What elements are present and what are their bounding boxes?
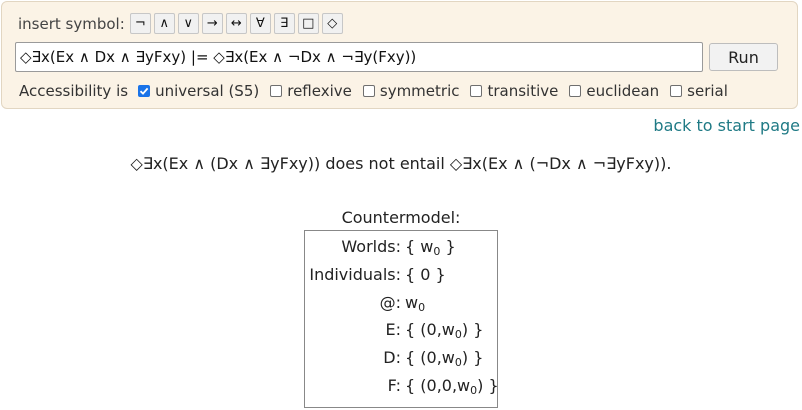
countermodel-row-e: E: { (0,w0) } bbox=[305, 320, 497, 342]
symbol-button-forall[interactable]: ∀ bbox=[249, 13, 271, 34]
input-panel: insert symbol: ¬ ∧ ∨ → ↔ ∀ ∃ □ ◇ Run Acc… bbox=[1, 1, 798, 109]
option-label-symmetric: symmetric bbox=[379, 82, 460, 100]
checkbox-reflexive[interactable] bbox=[270, 85, 283, 97]
countermodel-key: D: bbox=[383, 348, 401, 367]
back-to-start-link[interactable]: back to start page bbox=[653, 116, 800, 135]
option-label-euclidean: euclidean bbox=[586, 82, 660, 100]
symbol-button-exists[interactable]: ∃ bbox=[273, 13, 295, 34]
symbol-button-box[interactable]: □ bbox=[297, 13, 319, 34]
option-serial[interactable]: serial bbox=[670, 82, 728, 100]
symbol-button-and[interactable]: ∧ bbox=[153, 13, 175, 34]
option-reflexive[interactable]: reflexive bbox=[270, 82, 352, 100]
symbol-button-or[interactable]: ∨ bbox=[177, 13, 199, 34]
symbol-toolbar: insert symbol: ¬ ∧ ∨ → ↔ ∀ ∃ □ ◇ bbox=[18, 13, 346, 34]
symbol-button-negation[interactable]: ¬ bbox=[129, 13, 151, 34]
result-statement: ◇∃x(Ex ∧ (Dx ∧ ∃yFxy)) does not entail ◇… bbox=[130, 154, 672, 173]
countermodel-row-actual-world: @: w0 bbox=[305, 293, 497, 315]
countermodel-value: { (0,0,w0) } bbox=[405, 376, 499, 397]
countermodel-row-individuals: Individuals: { 0 } bbox=[305, 265, 497, 287]
option-euclidean[interactable]: euclidean bbox=[569, 82, 659, 100]
option-symmetric[interactable]: symmetric bbox=[362, 82, 460, 100]
countermodel-key: @: bbox=[379, 293, 401, 312]
run-button[interactable]: Run bbox=[709, 43, 778, 71]
countermodel-value: { w0 } bbox=[405, 237, 456, 258]
countermodel-row-d: D: { (0,w0) } bbox=[305, 348, 497, 370]
checkbox-transitive[interactable] bbox=[470, 85, 483, 97]
symbol-button-diamond[interactable]: ◇ bbox=[321, 13, 343, 34]
countermodel-key: F: bbox=[387, 376, 401, 395]
countermodel-key: Individuals: bbox=[309, 265, 401, 284]
option-label-transitive: transitive bbox=[487, 82, 559, 100]
countermodel-key: E: bbox=[385, 320, 402, 339]
countermodel-key: Worlds: bbox=[341, 237, 401, 256]
countermodel-row-worlds: Worlds: { w0 } bbox=[305, 237, 497, 259]
option-label-serial: serial bbox=[687, 82, 728, 100]
checkbox-serial[interactable] bbox=[670, 85, 683, 97]
option-transitive[interactable]: transitive bbox=[470, 82, 558, 100]
option-label-universal: universal (S5) bbox=[155, 82, 260, 100]
checkbox-euclidean[interactable] bbox=[569, 85, 582, 97]
countermodel-value: { (0,w0) } bbox=[405, 320, 484, 341]
checkbox-universal[interactable] bbox=[138, 85, 151, 97]
checkbox-symmetric[interactable] bbox=[362, 85, 375, 97]
countermodel-value: { (0,w0) } bbox=[405, 348, 484, 369]
checkmark-icon bbox=[139, 87, 149, 95]
accessibility-options: Accessibility is universal (S5) reflexiv… bbox=[19, 82, 739, 100]
formula-input[interactable] bbox=[15, 42, 703, 72]
countermodel-box: Worlds: { w0 } Individuals: { 0 } @: w0 … bbox=[304, 230, 499, 408]
option-universal[interactable]: universal (S5) bbox=[138, 82, 259, 100]
countermodel-row-f: F: { (0,0,w0) } bbox=[305, 376, 499, 398]
accessibility-label: Accessibility is bbox=[19, 82, 129, 100]
insert-symbol-label: insert symbol: bbox=[18, 14, 125, 33]
countermodel-value: { 0 } bbox=[405, 265, 446, 284]
countermodel-value: w0 bbox=[405, 293, 426, 314]
symbol-button-iff[interactable]: ↔ bbox=[225, 13, 247, 34]
symbol-button-implies[interactable]: → bbox=[201, 13, 223, 34]
countermodel-title: Countermodel: bbox=[341, 208, 461, 227]
option-label-reflexive: reflexive bbox=[287, 82, 352, 100]
